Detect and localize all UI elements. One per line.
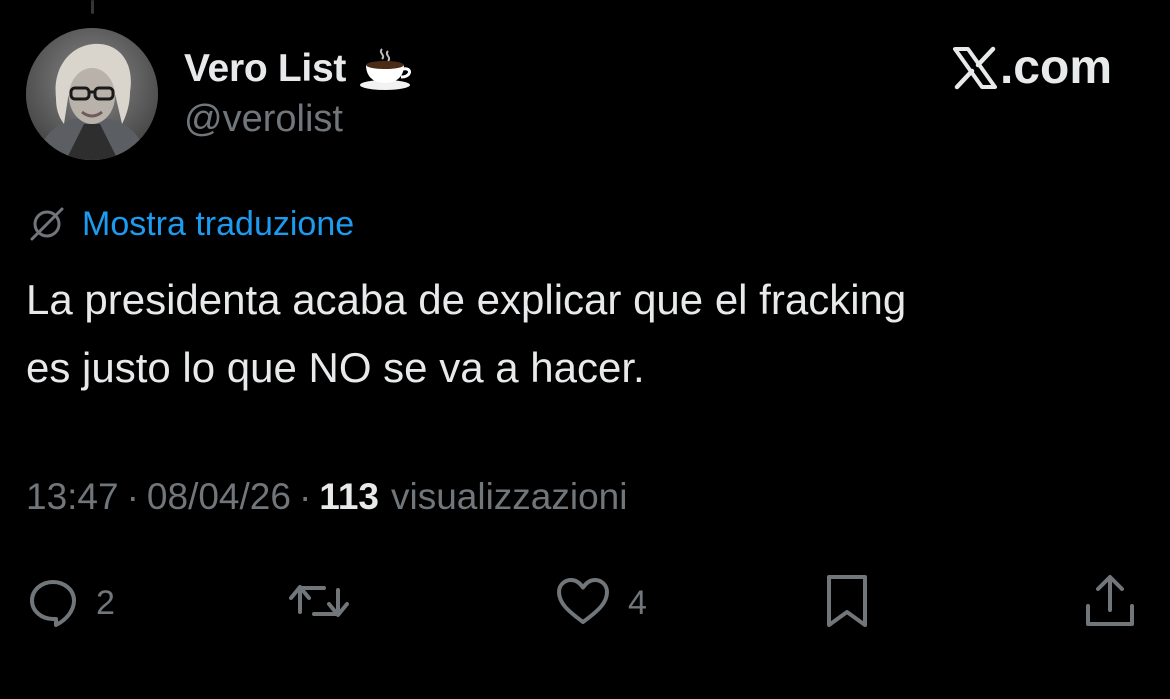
tweet-text-line: es justo lo que NO se va a hacer. — [26, 344, 645, 391]
thread-connector-line — [91, 0, 94, 14]
action-bar: 2 4 — [0, 572, 1170, 634]
brand-domain: .com — [999, 41, 1112, 94]
reply-count: 2 — [96, 583, 115, 622]
like-count: 4 — [628, 583, 647, 622]
author-name[interactable]: Vero List — [184, 47, 346, 91]
translate-row[interactable]: Mostra traduzione — [26, 202, 354, 246]
bookmark-button[interactable] — [820, 572, 874, 634]
meta-separator: · — [126, 476, 139, 517]
bookmark-icon — [820, 572, 874, 635]
views-count[interactable]: 113 — [319, 476, 379, 518]
heart-icon — [554, 574, 612, 633]
views-label[interactable]: visualizzazioni — [391, 476, 628, 518]
brand-logo: .com — [952, 40, 1112, 95]
avatar[interactable] — [26, 28, 158, 160]
like-button[interactable]: 4 — [554, 572, 647, 634]
avatar-image — [26, 28, 158, 160]
repost-icon — [286, 574, 352, 633]
tweet-date[interactable]: 08/04/26 — [147, 476, 291, 518]
author-name-row[interactable]: Vero List — [184, 42, 414, 96]
tweet-text: La presidenta acaba de explicar que el f… — [26, 266, 1136, 402]
share-icon — [1082, 572, 1138, 635]
meta-separator: · — [298, 476, 312, 517]
repost-button[interactable] — [286, 572, 352, 634]
share-button[interactable] — [1082, 572, 1138, 634]
tweet-time[interactable]: 13:47 — [26, 476, 119, 518]
author-block: Vero List @verolist — [184, 42, 414, 141]
tweet-text-line: La presidenta acaba de explicar que el f… — [26, 276, 907, 323]
hot-beverage-icon — [358, 47, 414, 91]
reply-button[interactable]: 2 — [26, 572, 115, 634]
show-translation-link[interactable]: Mostra traduzione — [82, 205, 354, 244]
author-handle[interactable]: @verolist — [184, 98, 414, 141]
tweet-meta: 13:47 · 08/04/26 · 113 visualizzazioni — [26, 476, 627, 518]
reply-icon — [26, 574, 80, 633]
x-logo-icon — [952, 46, 998, 90]
globe-slash-icon — [26, 203, 68, 245]
